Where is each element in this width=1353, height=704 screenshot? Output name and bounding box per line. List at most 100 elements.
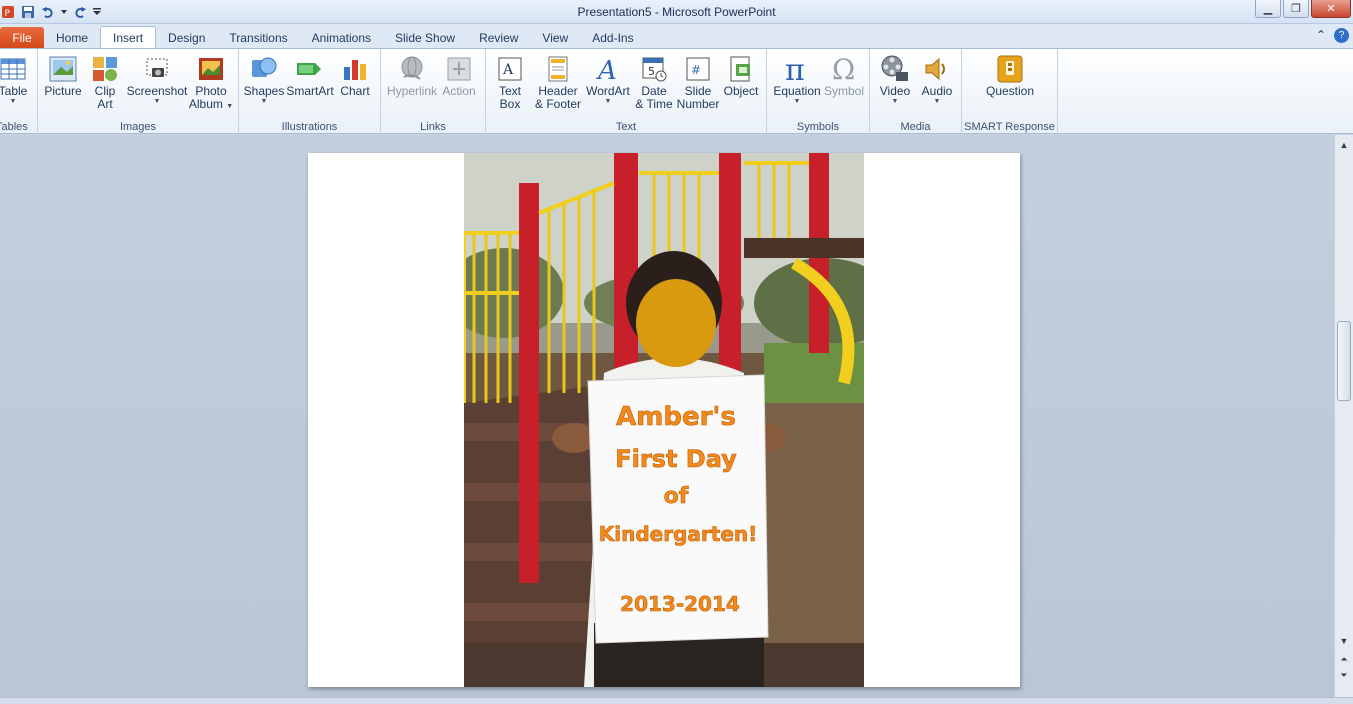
group-label-symbols: Symbols	[796, 121, 840, 133]
close-icon: ✕	[1326, 3, 1336, 15]
title-bar: P Presentation5 - Microsoft PowerPoint ▁…	[0, 0, 1353, 24]
header-footer-icon	[543, 53, 573, 85]
slide-number-icon: #	[683, 53, 713, 85]
svg-text:#: #	[691, 63, 701, 77]
shapes-button[interactable]: Shapes ▼	[244, 53, 284, 106]
sign-line-2: First Day	[615, 445, 737, 473]
group-label-media: Media	[900, 121, 931, 133]
slide-photo[interactable]: Amber's First Day of Kindergarten! 2013-…	[464, 153, 864, 687]
tab-file[interactable]: File	[0, 27, 44, 49]
action-button[interactable]: Action	[439, 53, 479, 98]
film-reel-icon	[880, 53, 910, 85]
slide-canvas[interactable]: Amber's First Day of Kindergarten! 2013-…	[308, 153, 1020, 687]
window-title: Presentation5 - Microsoft PowerPoint	[577, 5, 776, 19]
object-icon	[726, 53, 756, 85]
hyperlink-button[interactable]: Hyperlink	[386, 53, 438, 98]
minimize-icon: ▁	[1263, 3, 1273, 15]
chart-icon	[340, 53, 370, 85]
scroll-thumb[interactable]	[1337, 321, 1351, 401]
photo-album-icon	[196, 53, 226, 85]
group-images: Picture Clip Art Screenshot ▼ Photo Album …	[38, 49, 239, 135]
chevron-down-icon: ▼	[9, 98, 17, 105]
svg-text:A: A	[502, 62, 514, 78]
calendar-icon: 5	[639, 53, 669, 85]
sign-line-4: Kindergarten!	[599, 522, 758, 546]
tab-view[interactable]: View	[530, 27, 580, 49]
screenshot-icon	[142, 53, 172, 85]
screenshot-button[interactable]: Screenshot ▼	[126, 53, 188, 106]
header-footer-button[interactable]: Header & Footer	[532, 53, 584, 111]
tab-slide-show[interactable]: Slide Show	[383, 27, 467, 49]
minimize-ribbon-icon[interactable]: ⌃	[1316, 28, 1326, 43]
next-slide-icon[interactable]: ⏷	[1338, 669, 1350, 681]
tab-design[interactable]: Design	[156, 27, 217, 49]
group-illustrations: Shapes ▼ SmartArt Chart Illustrations	[239, 49, 381, 135]
scroll-up-icon[interactable]: ▲	[1338, 139, 1350, 151]
photo-album-button[interactable]: Photo Album ▼	[189, 53, 233, 111]
speaker-icon	[922, 53, 952, 85]
sign-line-3: of	[664, 484, 689, 509]
close-button[interactable]: ✕	[1311, 0, 1351, 18]
tab-home[interactable]: Home	[44, 27, 100, 49]
chevron-down-icon: ▼	[153, 98, 161, 105]
restore-icon: ❐	[1291, 3, 1301, 15]
picture-button[interactable]: Picture	[44, 53, 82, 98]
svg-text:A: A	[596, 56, 617, 83]
clicker-remote-icon	[995, 53, 1025, 85]
slide-editing-pane[interactable]: Amber's First Day of Kindergarten! 2013-…	[0, 135, 1334, 697]
window-controls: ▁ ❐ ✕	[1255, 0, 1351, 18]
group-label-smart-response: SMART Response	[964, 121, 1055, 133]
help-icon[interactable]: ?	[1334, 28, 1349, 43]
chevron-down-icon: ▼	[260, 98, 268, 105]
clip-art-icon	[90, 53, 120, 85]
date-time-button[interactable]: 5 Date & Time	[634, 53, 674, 111]
vertical-scrollbar[interactable]: ▲ ▼ ⏶ ⏷	[1334, 135, 1353, 697]
question-button[interactable]: Question	[984, 53, 1036, 98]
sign-line-5: 2013-2014	[620, 592, 740, 616]
wordart-icon: A	[593, 53, 623, 85]
tab-animations[interactable]: Animations	[300, 27, 383, 49]
object-button[interactable]: Object	[722, 53, 760, 98]
hyperlink-icon	[397, 53, 427, 85]
chevron-down-icon: ▼	[604, 98, 612, 105]
video-button[interactable]: Video ▼	[876, 53, 914, 106]
tab-insert[interactable]: Insert	[100, 26, 157, 49]
group-label-links: Links	[420, 121, 446, 133]
svg-text:5: 5	[648, 65, 655, 78]
scroll-down-icon[interactable]: ▼	[1338, 635, 1350, 647]
slide-number-button[interactable]: # Slide Number	[676, 53, 720, 111]
text-box-button[interactable]: A Text Box	[492, 53, 528, 111]
symbol-button[interactable]: Ω Symbol	[823, 53, 865, 98]
group-media: Video ▼ Audio ▼ Media	[870, 49, 962, 135]
ribbon-tab-row: File Home Insert Design Transitions Anim…	[0, 24, 1353, 49]
smartart-button[interactable]: SmartArt	[286, 53, 334, 98]
audio-button[interactable]: Audio ▼	[918, 53, 956, 106]
pi-icon: π	[782, 53, 812, 85]
wordart-button[interactable]: A WordArt ▼	[586, 53, 630, 106]
group-label-images: Images	[119, 121, 157, 133]
chevron-down-icon: ▼	[933, 98, 941, 105]
chart-button[interactable]: Chart	[337, 53, 373, 98]
shapes-icon	[249, 53, 279, 85]
minimize-button[interactable]: ▁	[1255, 0, 1281, 18]
svg-text:Ω: Ω	[832, 54, 855, 84]
previous-slide-icon[interactable]: ⏶	[1338, 653, 1350, 665]
chevron-down-icon: ▼	[793, 98, 801, 105]
picture-icon	[48, 53, 78, 85]
restore-button[interactable]: ❐	[1283, 0, 1309, 18]
smartart-icon	[295, 53, 325, 85]
equation-button[interactable]: π Equation ▼	[771, 53, 823, 106]
group-links: Hyperlink Action Links	[381, 49, 486, 135]
sign-line-1: Amber's	[616, 402, 736, 432]
tab-review[interactable]: Review	[467, 27, 530, 49]
group-text: A Text Box Header & Footer A WordArt ▼ 5 D…	[486, 49, 767, 135]
group-label-tables: Tables	[0, 121, 28, 133]
table-button[interactable]: Table ▼	[0, 53, 30, 106]
action-icon	[444, 53, 474, 85]
tab-add-ins[interactable]: Add-Ins	[580, 27, 645, 49]
group-label-illustrations: Illustrations	[281, 121, 338, 133]
group-tables: Table ▼ Tables	[0, 49, 38, 135]
clip-art-button[interactable]: Clip Art	[88, 53, 122, 111]
svg-text:π: π	[785, 54, 805, 84]
tab-transitions[interactable]: Transitions	[217, 27, 299, 49]
